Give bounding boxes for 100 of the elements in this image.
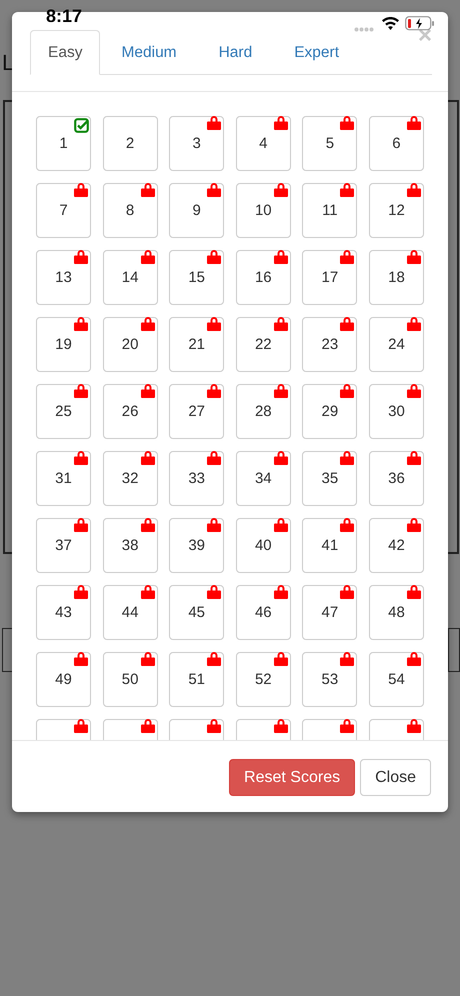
close-button[interactable]: Close (360, 759, 431, 796)
level-button[interactable]: 15 (169, 250, 224, 305)
level-button[interactable]: 31 (36, 451, 91, 506)
lock-icon (207, 718, 222, 733)
level-button[interactable]: 41 (302, 518, 358, 573)
level-button[interactable]: 29 (302, 384, 358, 439)
level-button[interactable]: 46 (236, 585, 291, 640)
level-button[interactable]: 24 (368, 317, 424, 372)
level-button[interactable]: 5 (302, 116, 358, 171)
level-button[interactable]: 13 (36, 250, 91, 305)
level-button[interactable]: 28 (236, 384, 291, 439)
lock-icon (207, 651, 222, 666)
level-button[interactable]: 1 (36, 116, 91, 171)
lock-icon (406, 383, 421, 398)
lock-icon (406, 249, 421, 264)
lock-icon (274, 316, 288, 331)
lock-icon (406, 450, 421, 465)
lock-icon (140, 718, 155, 733)
lock-icon (140, 584, 155, 599)
level-button[interactable]: 26 (102, 384, 158, 439)
lock-icon (207, 182, 222, 197)
lock-icon (406, 115, 421, 130)
level-button[interactable]: 42 (368, 518, 424, 573)
level-button[interactable]: 33 (169, 451, 224, 506)
level-button[interactable]: 40 (236, 518, 291, 573)
level-button[interactable]: 25 (36, 384, 91, 439)
level-button[interactable]: 19 (36, 317, 91, 372)
level-button[interactable]: 11 (302, 183, 358, 238)
level-button[interactable]: 17 (302, 250, 358, 305)
lock-icon (274, 517, 288, 532)
level-button[interactable]: 50 (102, 652, 158, 707)
lock-icon (207, 316, 222, 331)
lock-icon (340, 517, 354, 532)
lock-icon (340, 316, 354, 331)
level-button[interactable]: 2 (102, 116, 158, 171)
lock-icon (74, 584, 88, 599)
level-button[interactable]: 6 (368, 116, 424, 171)
lock-icon (406, 651, 421, 666)
lock-icon (140, 182, 155, 197)
lock-icon (274, 651, 288, 666)
wifi-icon (382, 17, 399, 30)
level-tab[interactable]: Expert (273, 30, 360, 75)
level-button[interactable]: 10 (236, 183, 291, 238)
lock-icon (207, 450, 222, 465)
level-button[interactable]: 36 (368, 451, 424, 506)
level-button[interactable]: 37 (36, 518, 91, 573)
lock-icon (340, 383, 354, 398)
lock-icon (140, 249, 155, 264)
level-button[interactable]: 39 (169, 518, 224, 573)
lock-icon (274, 718, 288, 733)
level-button[interactable]: 27 (169, 384, 224, 439)
level-button[interactable]: 54 (368, 652, 424, 707)
level-button[interactable]: 44 (102, 585, 158, 640)
level-button[interactable]: 53 (302, 652, 358, 707)
level-button[interactable]: 48 (368, 585, 424, 640)
lock-icon (406, 584, 421, 599)
level-button[interactable]: 8 (102, 183, 158, 238)
level-button[interactable]: 30 (368, 384, 424, 439)
level-button[interactable]: 45 (169, 585, 224, 640)
level-button[interactable]: 47 (302, 585, 358, 640)
lock-icon (140, 383, 155, 398)
lock-icon (207, 584, 222, 599)
level-button[interactable]: 9 (169, 183, 224, 238)
level-button[interactable]: 35 (302, 451, 358, 506)
level-button[interactable]: 3 (169, 116, 224, 171)
level-button[interactable]: 23 (302, 317, 358, 372)
level-button[interactable]: 18 (368, 250, 424, 305)
lock-icon (140, 316, 155, 331)
lock-icon (340, 249, 354, 264)
level-button[interactable]: 32 (102, 451, 158, 506)
level-button[interactable]: 22 (236, 317, 291, 372)
lock-icon (207, 115, 222, 130)
level-button[interactable]: 20 (102, 317, 158, 372)
lock-icon (406, 316, 421, 331)
checkbox-checked-icon (74, 118, 89, 133)
level-button[interactable]: 38 (102, 518, 158, 573)
level-button[interactable]: 49 (36, 652, 91, 707)
reset-button[interactable]: Reset Scores (229, 759, 356, 796)
level-button[interactable]: 4 (236, 116, 291, 171)
level-button[interactable]: 21 (169, 317, 224, 372)
lock-icon (74, 182, 88, 197)
level-button[interactable]: 12 (368, 183, 424, 238)
level-button[interactable]: 14 (102, 250, 158, 305)
lock-icon (74, 651, 88, 666)
lock-icon (274, 450, 288, 465)
lock-icon (340, 450, 354, 465)
lock-icon (207, 383, 222, 398)
level-button[interactable]: 7 (36, 183, 91, 238)
level-tab[interactable]: Hard (198, 30, 274, 75)
lock-icon (274, 249, 288, 264)
level-button[interactable]: 34 (236, 451, 291, 506)
lock-icon (207, 249, 222, 264)
level-tab[interactable]: Easy (30, 30, 100, 75)
level-button[interactable]: 16 (236, 250, 291, 305)
level-button[interactable]: 52 (236, 652, 291, 707)
level-tab[interactable]: Medium (100, 30, 198, 75)
lock-icon (74, 517, 88, 532)
level-button[interactable]: 43 (36, 585, 91, 640)
level-button[interactable]: 51 (169, 652, 224, 707)
lock-icon (74, 249, 88, 264)
